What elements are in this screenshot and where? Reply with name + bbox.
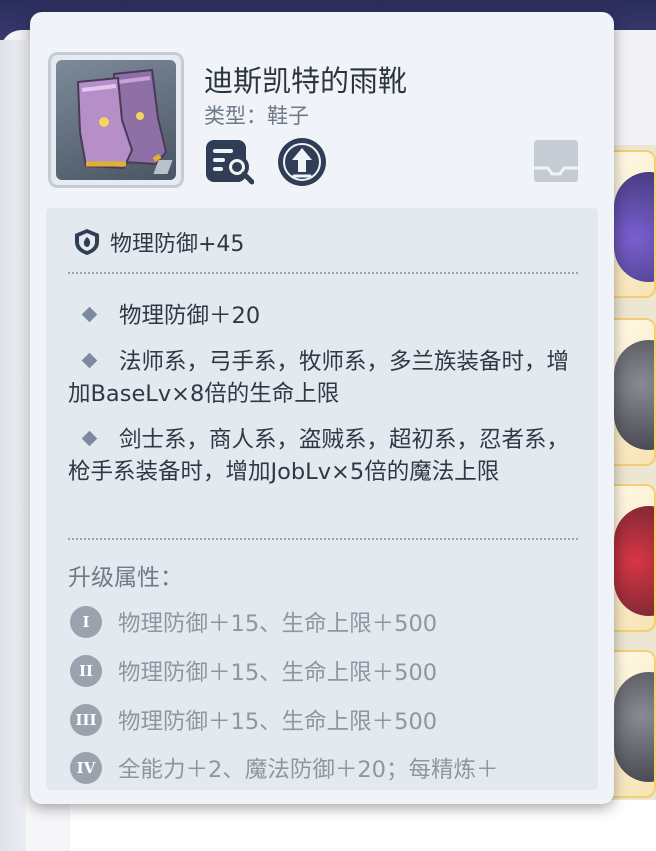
base-stat-row: 物理防御+45 (72, 226, 244, 258)
upgrade-level-text: 全能力＋2、魔法防御＋20；每精炼＋ (118, 757, 499, 783)
rain-boots-icon (56, 60, 176, 180)
item-name: 迪斯凯特的雨靴 (204, 64, 408, 98)
upgrade-level-text: 物理防御＋15、生命上限＋500 (118, 709, 438, 735)
level-badge: I (70, 606, 102, 638)
effect-line: 法师系，弓手系，牧师系，多兰族装备时，增加BaseLv×8倍的生命上限 (68, 346, 580, 410)
diamond-bullet-icon (81, 306, 98, 323)
storage-button[interactable] (530, 138, 582, 186)
divider (68, 538, 578, 540)
upgrade-level-row: II 物理防御＋15、生命上限＋500 (70, 653, 437, 689)
diamond-bullet-icon (81, 352, 98, 369)
base-stat-text: 物理防御+45 (110, 232, 245, 257)
bottom-area (70, 800, 656, 851)
upgrade-level-row: IV 全能力＋2、魔法防御＋20；每精炼＋ (70, 750, 498, 786)
divider (68, 272, 578, 274)
upgrade-arrow-icon (278, 138, 326, 186)
upgrade-level-row: I 物理防御＋15、生命上限＋500 (70, 604, 437, 640)
upgrade-level-text: 物理防御＋15、生命上限＋500 (118, 611, 438, 637)
magnifier-document-icon (206, 140, 255, 185)
effect-line: 剑士系，商人系，盗贼系，超初系，忍者系，枪手系装备时，增加JobLv×5倍的魔法… (68, 424, 580, 488)
detail-button[interactable] (204, 136, 255, 186)
item-icon-frame (48, 52, 184, 188)
item-type: 类型：鞋子 (204, 104, 309, 128)
diamond-bullet-icon (81, 430, 98, 447)
upgrade-title: 升级属性： (68, 565, 183, 591)
left-scroll-strip[interactable] (0, 40, 27, 851)
effect-text: 物理防御＋20 (119, 303, 261, 329)
effect-line: 物理防御＋20 (68, 300, 580, 332)
upgrade-level-text: 物理防御＋15、生命上限＋500 (118, 660, 438, 686)
level-badge: IV (70, 752, 102, 784)
storage-tray-icon (534, 140, 578, 182)
effect-text: 剑士系，商人系，盗贼系，超初系，忍者系，枪手系装备时，增加JobLv×5倍的魔法… (68, 427, 570, 485)
shield-icon (75, 229, 99, 255)
level-badge: II (70, 655, 102, 687)
item-properties: 物理防御+45 物理防御＋20 法师系，弓手系，牧师系，多兰族装备时，增加Bas… (46, 208, 598, 790)
upgrade-level-row: III 物理防御＋15、生命上限＋500 (70, 702, 437, 738)
effect-text: 法师系，弓手系，牧师系，多兰族装备时，增加BaseLv×8倍的生命上限 (68, 349, 570, 407)
level-badge: III (70, 704, 102, 736)
item-tooltip: 迪斯凯特的雨靴 类型：鞋子 物理防御+45 物理防御＋20 法师系，弓手系，牧师… (30, 12, 614, 804)
upgrade-button[interactable] (276, 136, 328, 188)
